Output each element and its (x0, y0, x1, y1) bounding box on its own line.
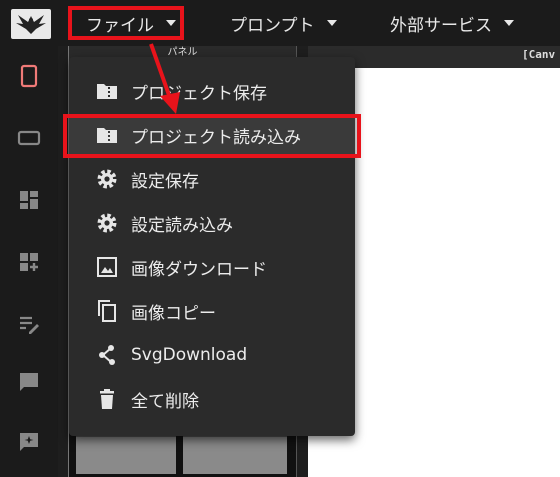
left-sidebar (0, 46, 58, 477)
menu-item-label: 設定読み込み (131, 215, 233, 236)
edit-text-icon[interactable] (17, 312, 41, 336)
menu-item-label: 画像コピー (131, 303, 216, 324)
add-panel-icon[interactable] (17, 250, 41, 274)
panel-thumbnail[interactable] (76, 434, 176, 474)
menu-external-services[interactable]: 外部サービス (390, 6, 514, 40)
chevron-down-icon (326, 20, 337, 26)
page-portrait-icon[interactable] (17, 64, 41, 88)
menu-item-label: 全て削除 (131, 391, 199, 412)
trash-icon (100, 389, 114, 409)
menu-item-label: SvgDownload (131, 345, 248, 365)
menu-file-label: ファイル (86, 15, 154, 36)
gear-icon (97, 213, 117, 233)
dashboard-icon[interactable] (17, 188, 41, 212)
menu-item-label: 画像ダウンロード (131, 259, 267, 280)
app-logo[interactable] (11, 9, 51, 39)
panel-thumbnail[interactable] (183, 434, 287, 474)
chevron-down-icon (166, 20, 176, 26)
copy-icon (98, 300, 116, 322)
menu-item-label: プロジェクト保存 (131, 83, 267, 104)
highlight-box (63, 114, 361, 158)
image-icon (97, 257, 117, 277)
canvas-label: [Canv (522, 48, 556, 61)
speech-bubble-icon[interactable] (17, 370, 41, 394)
gear-icon (97, 169, 117, 189)
top-menubar: ファイル プロンプト 外部サービス (0, 0, 560, 46)
sparkle-bubble-icon[interactable] (17, 430, 41, 454)
menu-item-image-download[interactable]: 画像ダウンロード (69, 247, 355, 287)
share-nodes-icon (99, 345, 115, 365)
chevron-down-icon (504, 20, 514, 26)
menu-external-label: 外部サービス (390, 15, 492, 36)
menu-item-settings-save[interactable]: 設定保存 (69, 159, 355, 199)
folder-zip-icon (97, 84, 117, 99)
menu-item-image-copy[interactable]: 画像コピー (69, 291, 355, 331)
menu-item-settings-load[interactable]: 設定読み込み (69, 203, 355, 243)
menu-item-delete-all[interactable]: 全て削除 (69, 379, 355, 419)
page-landscape-icon[interactable] (17, 126, 41, 150)
menu-item-project-save[interactable]: プロジェクト保存 (69, 71, 355, 111)
menu-item-label: 設定保存 (131, 171, 199, 192)
menu-prompt-label: プロンプト (230, 15, 315, 36)
menu-prompt[interactable]: プロンプト (230, 6, 337, 40)
menu-file[interactable]: ファイル (68, 6, 184, 40)
eagle-logo-icon (16, 15, 46, 34)
menu-item-svg-download[interactable]: SvgDownload (69, 335, 355, 375)
